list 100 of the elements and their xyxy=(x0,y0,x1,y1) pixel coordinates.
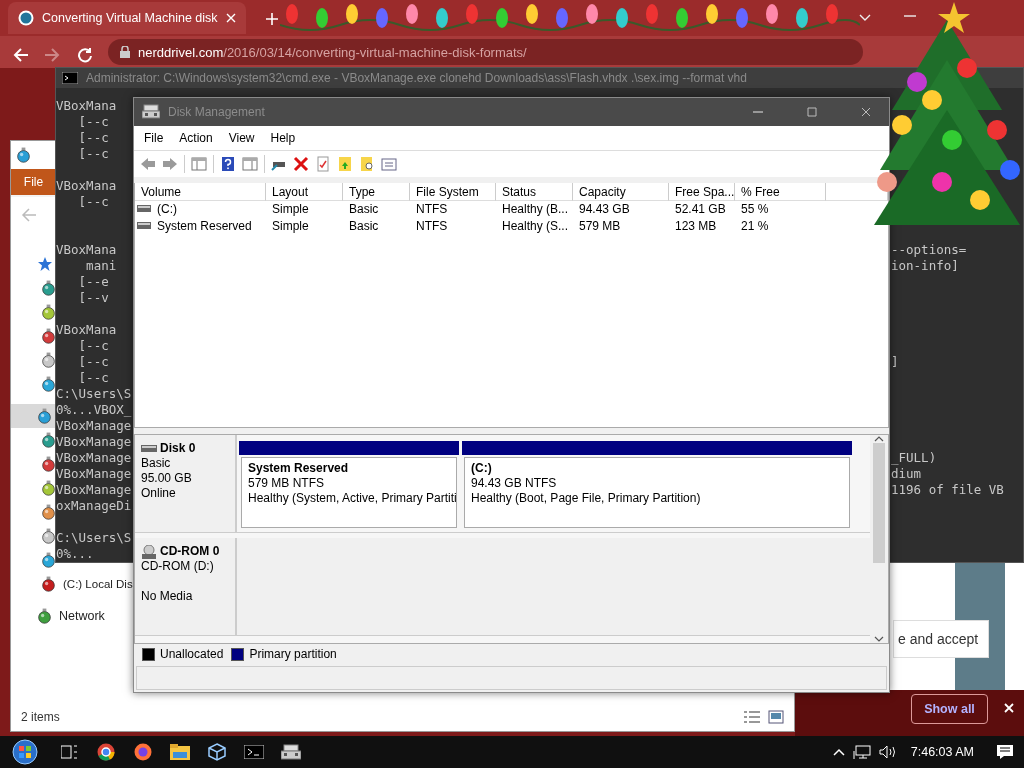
browser-tab[interactable]: Converting Virtual Machine disk xyxy=(8,2,246,34)
console-text: VBoxManage xyxy=(56,482,132,497)
help-button[interactable] xyxy=(220,155,236,172)
console-text: [--c xyxy=(77,338,109,353)
start-icon[interactable] xyxy=(12,739,38,765)
maximize-icon[interactable] xyxy=(807,107,817,117)
scrollbar[interactable] xyxy=(870,435,888,644)
cube-icon[interactable] xyxy=(207,743,226,761)
checklist-document-button[interactable] xyxy=(315,155,331,172)
column-header[interactable]: Capacity xyxy=(573,183,669,202)
chevron-up-icon[interactable] xyxy=(832,748,845,756)
console-text: [--c xyxy=(77,354,109,369)
speaker-icon[interactable] xyxy=(878,745,897,759)
table-cell: System Reserved xyxy=(157,219,252,234)
console-text: VBoxMana xyxy=(56,322,117,337)
plus-icon[interactable] xyxy=(266,13,278,25)
console-text: ion-info] xyxy=(891,258,959,273)
reload-icon[interactable] xyxy=(77,47,93,63)
console-text: oxManageDi xyxy=(56,498,132,513)
table-cell: Simple xyxy=(272,202,309,217)
folder-icon[interactable] xyxy=(169,744,190,760)
task-view-icon[interactable] xyxy=(60,745,77,759)
disk-size: 95.00 GB xyxy=(141,471,193,487)
console-text: [--e xyxy=(77,274,109,289)
console-text: [--c xyxy=(77,146,109,161)
console-text: C:\Users\S xyxy=(56,530,132,545)
console-text: dium xyxy=(891,466,922,481)
scroll-up-icon[interactable] xyxy=(874,435,884,444)
network-icon[interactable] xyxy=(852,745,871,759)
notification-icon[interactable] xyxy=(996,744,1014,760)
drive-icon xyxy=(137,205,151,214)
disk-type: Basic xyxy=(141,456,172,472)
table-cell: NTFS xyxy=(416,202,448,217)
column-header[interactable]: File System xyxy=(410,183,496,202)
table-cell: (C:) xyxy=(157,202,177,217)
console-text: [--c xyxy=(77,194,109,209)
details-view-icon[interactable] xyxy=(744,710,760,724)
star-icon xyxy=(38,257,52,271)
column-header[interactable]: Type xyxy=(343,183,410,202)
table-cell: 21 % xyxy=(741,219,769,234)
column-header[interactable]: % Free xyxy=(735,183,826,202)
console-text: VBoxManage xyxy=(56,466,132,481)
console-text: 0%... xyxy=(56,546,94,561)
console-text: ] xyxy=(891,354,899,369)
address-bar[interactable]: nerddrivel.com/2016/03/14/converting-virtual-machine-disk-formats/ xyxy=(108,39,863,65)
console-text: 1196 of file VB xyxy=(891,482,1004,497)
file-tab[interactable]: File xyxy=(11,169,56,195)
console-text: VBoxManage xyxy=(56,450,132,465)
clock[interactable]: 7:46:03 AM xyxy=(904,745,988,759)
show-all-button[interactable]: Show all xyxy=(911,694,988,724)
column-header[interactable]: Free Spa... xyxy=(669,183,735,202)
console-text: [--c xyxy=(77,130,109,145)
accept-button[interactable]: e and accept xyxy=(893,620,989,658)
console-text: VBoxManage xyxy=(56,418,132,433)
disk-name: CD-ROM 0 xyxy=(160,544,220,560)
console-text: 0%...VBOX_ xyxy=(56,402,132,417)
column-header[interactable]: Status xyxy=(496,183,573,202)
menu-item[interactable]: File xyxy=(138,128,170,147)
large-icons-view-icon[interactable] xyxy=(768,710,784,724)
console-text: --options= xyxy=(891,242,967,257)
folder-up-button[interactable] xyxy=(337,155,353,172)
window-title: Disk Management xyxy=(168,105,265,119)
disk-status: Online xyxy=(141,486,177,502)
console-text: [--v xyxy=(77,290,109,305)
delete-button[interactable] xyxy=(293,155,309,172)
wordpress-icon xyxy=(18,10,34,26)
menu-item[interactable]: View xyxy=(222,128,261,147)
console-text: C:\Users\S xyxy=(56,386,132,401)
chrome-icon[interactable] xyxy=(96,743,115,761)
ornament-icon xyxy=(42,576,55,592)
back-arrow-button[interactable] xyxy=(140,155,156,172)
disk-management-icon[interactable] xyxy=(280,744,301,760)
table-cell: Healthy (B... xyxy=(502,202,569,217)
terminal-icon xyxy=(62,72,78,84)
scroll-down-icon[interactable] xyxy=(874,635,884,644)
console-text: VBoxManage xyxy=(56,434,132,449)
column-header[interactable]: Volume xyxy=(135,183,266,202)
drive-icon xyxy=(137,222,151,231)
table-cell: 52.41 GB xyxy=(675,202,726,217)
console-text: [--c xyxy=(77,114,109,129)
menu-item[interactable]: Action xyxy=(173,128,219,147)
terminal-icon[interactable] xyxy=(243,745,264,759)
forward-arrow-button[interactable] xyxy=(162,155,178,172)
ornament-icon xyxy=(17,147,30,163)
menu-item[interactable]: Help xyxy=(264,128,302,147)
disk-status: No Media xyxy=(141,589,194,605)
disk-type: CD-ROM (D:) xyxy=(141,559,215,575)
nav-item[interactable]: Network xyxy=(59,609,105,623)
column-header[interactable]: Layout xyxy=(266,183,343,202)
table-cell: 579 MB xyxy=(579,219,621,234)
table-cell: Basic xyxy=(349,219,379,234)
table-cell: 94.43 GB xyxy=(579,202,630,217)
table-cell: Simple xyxy=(272,219,309,234)
nav-item[interactable]: (C:) Local Dis xyxy=(63,578,133,590)
console-text: VBoxMana xyxy=(56,242,117,257)
cd-drive-icon xyxy=(141,544,157,559)
disk-name: Disk 0 xyxy=(160,441,196,457)
firefox-icon[interactable] xyxy=(133,743,152,761)
chevron-down-icon[interactable] xyxy=(859,13,871,21)
folder-search-button[interactable] xyxy=(359,155,375,172)
